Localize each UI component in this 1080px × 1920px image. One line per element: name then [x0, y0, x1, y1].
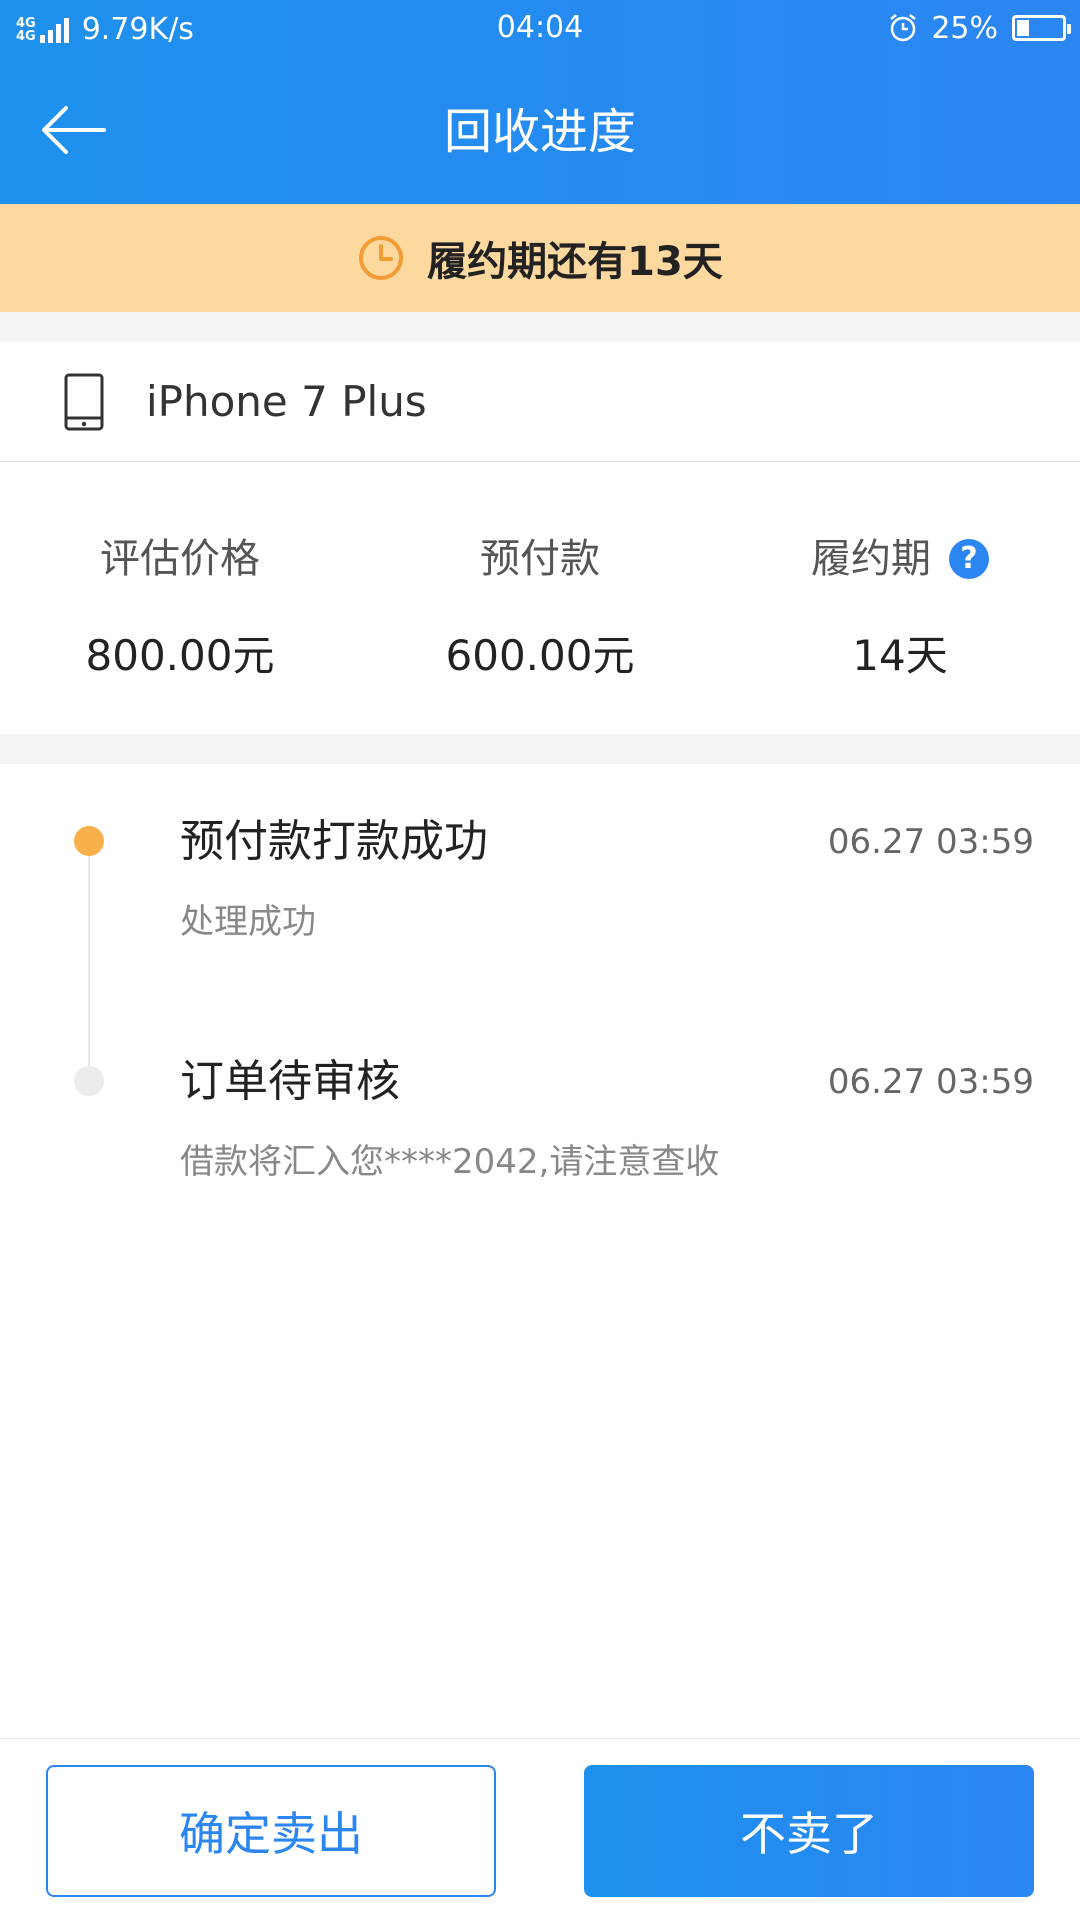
- device-name: iPhone 7 Plus: [146, 377, 427, 426]
- timeline-title: 订单待审核: [180, 1056, 400, 1107]
- page-title: 回收进度: [443, 104, 636, 160]
- progress-timeline: 预付款打款成功 06.27 03:59 处理成功 订单待审核 06.27 03:…: [0, 764, 1080, 1744]
- header: 4G 4G 9.79K/s 04:04 25% 回收进度: [0, 0, 1080, 204]
- summary-value: 800.00元: [85, 631, 275, 680]
- clock-icon: [359, 236, 404, 280]
- battery-icon: [1012, 15, 1071, 41]
- summary-label: 评估价格: [100, 536, 260, 582]
- timeline-title: 预付款打款成功: [180, 816, 488, 867]
- nav-bar: 回收进度: [0, 60, 1080, 204]
- device-row: iPhone 7 Plus: [0, 342, 1080, 462]
- summary-label: 履约期?: [720, 534, 1080, 584]
- status-right: 25%: [887, 8, 1071, 48]
- battery-fill: [1017, 20, 1029, 36]
- battery-percent: 25%: [931, 10, 998, 46]
- alarm-icon: [890, 14, 917, 42]
- countdown-text: 履约期还有13天: [427, 239, 723, 285]
- timeline-desc: 借款将汇入您****2042,请注意查收: [180, 1142, 720, 1182]
- timeline-time: 06.27 03:59: [827, 1062, 1034, 1102]
- section-divider: [0, 734, 1080, 764]
- status-bar: 4G 4G 9.79K/s 04:04 25%: [0, 0, 1080, 60]
- bottom-action-bar: 确定卖出 不卖了: [0, 1738, 1080, 1920]
- timeline-dot-pending: [74, 1066, 104, 1096]
- confirm-sell-button[interactable]: 确定卖出: [46, 1765, 496, 1897]
- timeline-connector: [88, 840, 90, 1080]
- help-icon[interactable]: ?: [949, 539, 989, 579]
- phone-icon: [64, 373, 104, 430]
- price-summary: 评估价格 800.00元 预付款 600.00元 履约期? 14天: [0, 462, 1080, 734]
- cancel-sell-button[interactable]: 不卖了: [584, 1765, 1034, 1897]
- summary-contract-period: 履约期? 14天: [720, 462, 1080, 734]
- summary-value: 14天: [852, 631, 948, 680]
- countdown-banner: 履约期还有13天: [0, 204, 1080, 312]
- timeline-desc: 处理成功: [180, 902, 316, 942]
- summary-label: 预付款: [480, 536, 600, 582]
- summary-appraised-price: 评估价格 800.00元: [0, 462, 360, 734]
- section-divider: [0, 312, 1080, 342]
- summary-value: 600.00元: [445, 631, 635, 680]
- recycle-progress-screen: 4G 4G 9.79K/s 04:04 25% 回收进度 履约期还有13天 iP…: [0, 0, 1080, 1920]
- timeline-time: 06.27 03:59: [827, 822, 1034, 862]
- timeline-dot-active: [74, 826, 104, 856]
- summary-prepayment: 预付款 600.00元: [360, 462, 720, 734]
